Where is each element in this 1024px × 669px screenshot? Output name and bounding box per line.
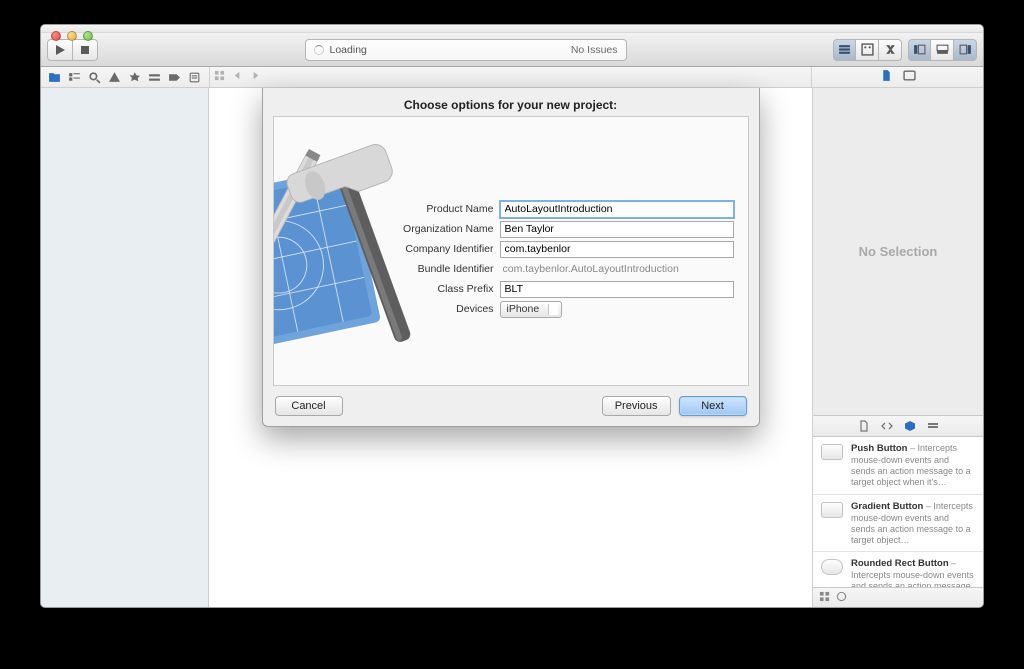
breakpoint-navigator-icon[interactable]	[167, 70, 181, 84]
view-segment	[908, 39, 977, 61]
library-footer	[813, 587, 983, 607]
file-inspector-icon[interactable]	[880, 69, 893, 85]
symbol-navigator-icon[interactable]	[67, 70, 81, 84]
project-navigator-icon[interactable]	[47, 70, 61, 84]
quickhelp-inspector-icon[interactable]	[903, 69, 916, 85]
status-text: Loading	[330, 44, 367, 56]
related-items-icon[interactable]	[214, 70, 228, 84]
label-devices: Devices	[382, 303, 500, 315]
test-navigator-icon[interactable]	[127, 70, 141, 84]
new-project-sheet: Choose options for your new project:	[262, 88, 760, 427]
stop-button[interactable]	[73, 39, 98, 61]
product-name-field[interactable]	[500, 201, 734, 218]
push-button-icon	[821, 444, 843, 460]
forward-icon[interactable]	[250, 70, 264, 84]
toolbar: Loading No Issues	[41, 33, 983, 67]
devices-select[interactable]: iPhone ▴▾	[500, 301, 562, 318]
sheet-title: Choose options for your new project:	[263, 88, 759, 116]
code-snippet-library-icon[interactable]	[880, 419, 894, 433]
editor-mode-segment	[833, 39, 902, 61]
debug-navigator-icon[interactable]	[147, 70, 161, 84]
find-navigator-icon[interactable]	[87, 70, 101, 84]
issue-navigator-icon[interactable]	[107, 70, 121, 84]
list-item[interactable]: Rounded Rect Button – Intercepts mouse-d…	[813, 552, 983, 587]
filter-icon[interactable]	[836, 591, 847, 605]
file-template-library-icon[interactable]	[857, 419, 871, 433]
gradient-button-icon	[821, 502, 843, 518]
version-editor-button[interactable]	[879, 39, 902, 61]
library-tabs	[813, 415, 983, 437]
next-button[interactable]: Next	[679, 396, 747, 416]
issues-text: No Issues	[571, 44, 618, 56]
show-navigator-button[interactable]	[908, 39, 931, 61]
close-icon[interactable]	[51, 31, 61, 41]
cancel-button[interactable]: Cancel	[275, 396, 343, 416]
object-library-icon[interactable]	[903, 419, 917, 433]
window-controls	[51, 31, 93, 41]
media-library-icon[interactable]	[926, 419, 940, 433]
label-class-prefix: Class Prefix	[382, 283, 500, 295]
back-icon[interactable]	[232, 70, 246, 84]
activity-viewer: Loading No Issues	[305, 39, 627, 61]
chevron-updown-icon: ▴▾	[553, 305, 557, 315]
utilities-panel: No Selection Push Button – Intercepts mo…	[812, 88, 983, 607]
organization-name-field[interactable]	[500, 221, 734, 238]
bundle-identifier-value: com.taybenlor.AutoLayoutIntroduction	[500, 263, 734, 275]
devices-select-value: iPhone	[507, 303, 540, 315]
inspector-empty: No Selection	[813, 88, 983, 415]
object-library[interactable]: Push Button – Intercepts mouse-down even…	[813, 437, 983, 587]
navigator-tabs-bar	[41, 67, 983, 88]
spinner-icon	[314, 45, 324, 55]
label-bundle-id: Bundle Identifier	[382, 263, 500, 275]
label-product-name: Product Name	[382, 203, 500, 215]
show-debug-button[interactable]	[931, 39, 954, 61]
company-identifier-field[interactable]	[500, 241, 734, 258]
sheet-body: Product Name Organization Name Company I…	[273, 116, 749, 386]
rounded-rect-button-icon	[821, 559, 843, 575]
assistant-editor-button[interactable]	[856, 39, 879, 61]
list-item[interactable]: Gradient Button – Intercepts mouse-down …	[813, 495, 983, 553]
standard-editor-button[interactable]	[833, 39, 856, 61]
show-utilities-button[interactable]	[954, 39, 977, 61]
label-org-name: Organization Name	[382, 223, 500, 235]
class-prefix-field[interactable]	[500, 281, 734, 298]
titlebar	[41, 25, 983, 33]
xcode-window: Loading No Issues	[40, 24, 984, 608]
navigator-panel	[41, 88, 209, 607]
previous-button[interactable]: Previous	[602, 396, 671, 416]
list-item[interactable]: Push Button – Intercepts mouse-down even…	[813, 437, 983, 495]
minimize-icon[interactable]	[67, 31, 77, 41]
zoom-icon[interactable]	[83, 31, 93, 41]
editor-area: Choose options for your new project:	[209, 88, 812, 607]
project-options-form: Product Name Organization Name Company I…	[382, 199, 734, 319]
log-navigator-icon[interactable]	[187, 70, 201, 84]
run-button[interactable]	[47, 39, 73, 61]
sheet-footer: Cancel Previous Next	[263, 386, 759, 426]
label-company-id: Company Identifier	[382, 243, 500, 255]
grid-view-icon[interactable]	[819, 591, 830, 605]
